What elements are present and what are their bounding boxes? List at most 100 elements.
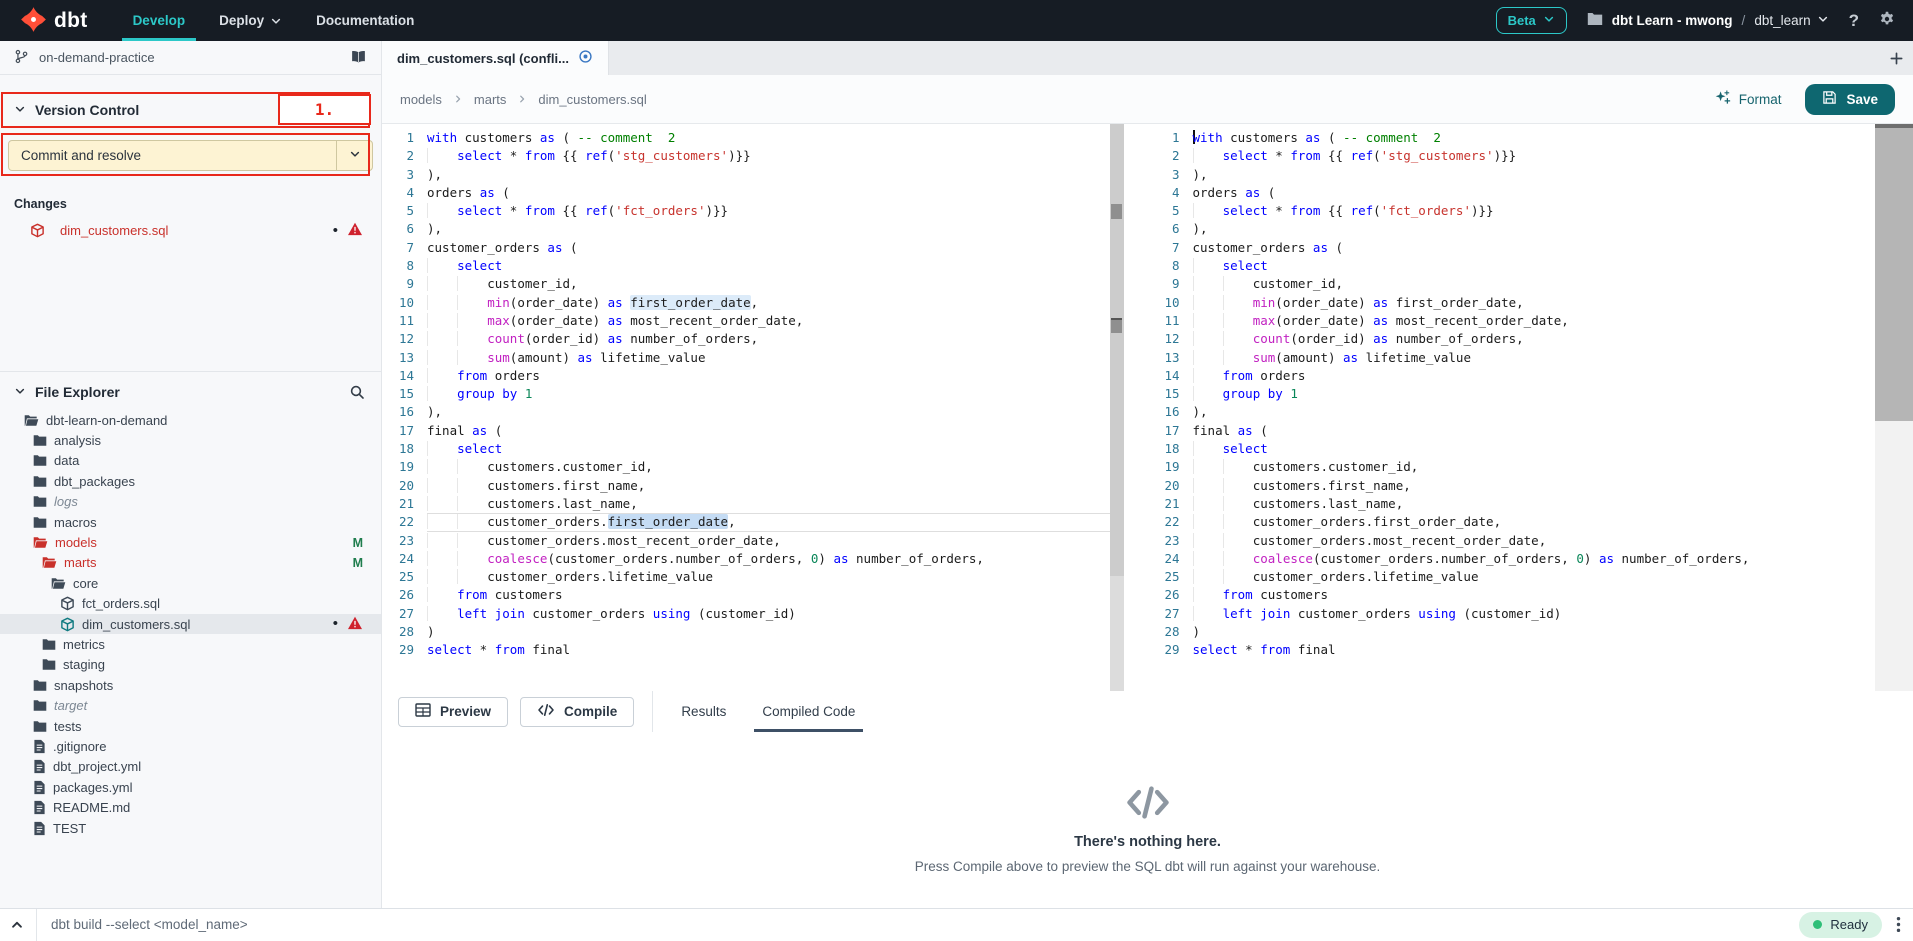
tree-item-logs[interactable]: logs: [0, 492, 381, 512]
code-line-20[interactable]: 20 customers.first_name,: [1148, 477, 1876, 495]
code-line-18[interactable]: 18 select: [1148, 440, 1876, 458]
beta-button[interactable]: Beta: [1496, 7, 1567, 34]
code-line-9[interactable]: 9 customer_id,: [1148, 275, 1876, 293]
tree-item-TEST[interactable]: TEST: [0, 818, 381, 838]
code-line-19[interactable]: 19 customers.customer_id,: [382, 458, 1110, 476]
code-line-13[interactable]: 13 sum(amount) as lifetime_value: [382, 349, 1110, 367]
code-line-26[interactable]: 26 from customers: [1148, 586, 1876, 604]
nav-develop[interactable]: Develop: [116, 0, 203, 41]
version-control-header[interactable]: Version Control: [0, 92, 381, 128]
tree-item-README.md[interactable]: README.md: [0, 797, 381, 817]
code-line-29[interactable]: 29select * from final: [1148, 641, 1876, 659]
code-line-12[interactable]: 12 count(order_id) as number_of_orders,: [382, 330, 1110, 348]
code-line-5[interactable]: 5 select * from {{ ref('fct_orders')}}: [382, 202, 1110, 220]
code-line-8[interactable]: 8 select: [1148, 257, 1876, 275]
code-line-1[interactable]: 1with customers as ( -- comment 2: [1148, 129, 1876, 147]
tree-item-target[interactable]: target: [0, 695, 381, 715]
code-line-7[interactable]: 7customer_orders as (: [382, 239, 1110, 257]
code-line-11[interactable]: 11 max(order_date) as most_recent_order_…: [382, 312, 1110, 330]
code-line-4[interactable]: 4orders as (: [1148, 184, 1876, 202]
code-line-3[interactable]: 3),: [1148, 166, 1876, 184]
tree-item-packages.yml[interactable]: packages.yml: [0, 777, 381, 797]
code-line-22[interactable]: 22 customer_orders.first_order_date,: [1148, 513, 1876, 531]
tree-item-.gitignore[interactable]: .gitignore: [0, 736, 381, 756]
tab-results[interactable]: Results: [663, 691, 744, 732]
code-line-20[interactable]: 20 customers.first_name,: [382, 477, 1110, 495]
dbt-logo[interactable]: dbt: [0, 0, 116, 41]
code-line-13[interactable]: 13 sum(amount) as lifetime_value: [1148, 349, 1876, 367]
code-line-24[interactable]: 24 coalesce(customer_orders.number_of_or…: [382, 550, 1110, 568]
left-pane-scrollbar[interactable]: [1110, 124, 1124, 691]
code-line-28[interactable]: 28): [1148, 623, 1876, 641]
code-line-5[interactable]: 5 select * from {{ ref('fct_orders')}}: [1148, 202, 1876, 220]
code-line-6[interactable]: 6),: [1148, 220, 1876, 238]
code-line-27[interactable]: 27 left join customer_orders using (cust…: [382, 605, 1110, 623]
changed-file-row[interactable]: dim_customers.sql •: [0, 219, 381, 242]
code-line-4[interactable]: 4orders as (: [382, 184, 1110, 202]
code-line-23[interactable]: 23 customer_orders.most_recent_order_dat…: [1148, 532, 1876, 550]
breadcrumb-models[interactable]: models: [400, 92, 442, 107]
code-line-15[interactable]: 15 group by 1: [382, 385, 1110, 403]
code-line-2[interactable]: 2 select * from {{ ref('stg_customers')}…: [1148, 147, 1876, 165]
code-line-26[interactable]: 26 from customers: [382, 586, 1110, 604]
tree-item-metrics[interactable]: metrics: [0, 634, 381, 654]
tree-item-models[interactable]: modelsM: [0, 532, 381, 552]
code-line-23[interactable]: 23 customer_orders.most_recent_order_dat…: [382, 532, 1110, 550]
format-button[interactable]: Format: [1714, 89, 1782, 109]
code-line-14[interactable]: 14 from orders: [382, 367, 1110, 385]
nav-documentation[interactable]: Documentation: [299, 0, 431, 41]
code-line-1[interactable]: 1with customers as ( -- comment 2: [382, 129, 1110, 147]
tree-item-snapshots[interactable]: snapshots: [0, 675, 381, 695]
commit-and-resolve-button[interactable]: Commit and resolve: [8, 140, 373, 171]
branch-row[interactable]: on-demand-practice: [0, 41, 381, 75]
save-button[interactable]: Save: [1805, 84, 1895, 115]
code-line-15[interactable]: 15 group by 1: [1148, 385, 1876, 403]
help-icon[interactable]: ?: [1849, 11, 1859, 31]
code-line-19[interactable]: 19 customers.customer_id,: [1148, 458, 1876, 476]
nav-deploy[interactable]: Deploy: [202, 0, 299, 41]
editor-pane-left[interactable]: 1with customers as ( -- comment 22 selec…: [382, 124, 1110, 691]
commit-options-caret[interactable]: [336, 141, 372, 170]
tree-item-dim_customers.sql[interactable]: dim_customers.sql•: [0, 614, 381, 634]
code-line-25[interactable]: 25 customer_orders.lifetime_value: [1148, 568, 1876, 586]
code-line-18[interactable]: 18 select: [382, 440, 1110, 458]
tree-item-macros[interactable]: macros: [0, 512, 381, 532]
code-line-29[interactable]: 29select * from final: [382, 641, 1110, 659]
tree-item-data[interactable]: data: [0, 451, 381, 471]
preview-button[interactable]: Preview: [398, 697, 508, 727]
tree-item-dbt_project.yml[interactable]: dbt_project.yml: [0, 757, 381, 777]
code-line-11[interactable]: 11 max(order_date) as most_recent_order_…: [1148, 312, 1876, 330]
code-line-14[interactable]: 14 from orders: [1148, 367, 1876, 385]
file-explorer-header[interactable]: File Explorer: [0, 372, 381, 410]
tab-compiled-code[interactable]: Compiled Code: [744, 691, 873, 732]
tree-item-dbt-learn-on-demand[interactable]: dbt-learn-on-demand: [0, 410, 381, 430]
code-line-21[interactable]: 21 customers.last_name,: [382, 495, 1110, 513]
editor-pane-right[interactable]: 1with customers as ( -- comment 22 selec…: [1148, 124, 1876, 691]
tree-item-analysis[interactable]: analysis: [0, 430, 381, 450]
code-line-28[interactable]: 28): [382, 623, 1110, 641]
project-selector[interactable]: dbt Learn - mwong / dbt_learn: [1587, 12, 1829, 29]
compile-button[interactable]: Compile: [520, 697, 634, 727]
code-line-7[interactable]: 7customer_orders as (: [1148, 239, 1876, 257]
code-line-6[interactable]: 6),: [382, 220, 1110, 238]
code-line-16[interactable]: 16),: [1148, 403, 1876, 421]
code-line-17[interactable]: 17final as (: [382, 422, 1110, 440]
code-line-22[interactable]: 22 customer_orders.first_order_date,: [382, 513, 1110, 531]
code-line-21[interactable]: 21 customers.last_name,: [1148, 495, 1876, 513]
tree-item-dbt_packages[interactable]: dbt_packages: [0, 471, 381, 491]
code-line-24[interactable]: 24 coalesce(customer_orders.number_of_or…: [1148, 550, 1876, 568]
code-line-17[interactable]: 17final as (: [1148, 422, 1876, 440]
gear-icon[interactable]: [1879, 11, 1895, 30]
code-line-27[interactable]: 27 left join customer_orders using (cust…: [1148, 605, 1876, 623]
code-line-25[interactable]: 25 customer_orders.lifetime_value: [382, 568, 1110, 586]
tree-item-marts[interactable]: martsM: [0, 553, 381, 573]
new-tab-plus-icon[interactable]: [1889, 41, 1904, 75]
search-icon[interactable]: [349, 384, 365, 400]
chevron-up-icon[interactable]: [10, 918, 24, 932]
tree-item-core[interactable]: core: [0, 573, 381, 593]
code-line-3[interactable]: 3),: [382, 166, 1110, 184]
right-pane-scrollbar[interactable]: [1875, 124, 1913, 691]
kebab-menu-icon[interactable]: [1896, 916, 1901, 933]
code-line-9[interactable]: 9 customer_id,: [382, 275, 1110, 293]
tree-item-tests[interactable]: tests: [0, 716, 381, 736]
